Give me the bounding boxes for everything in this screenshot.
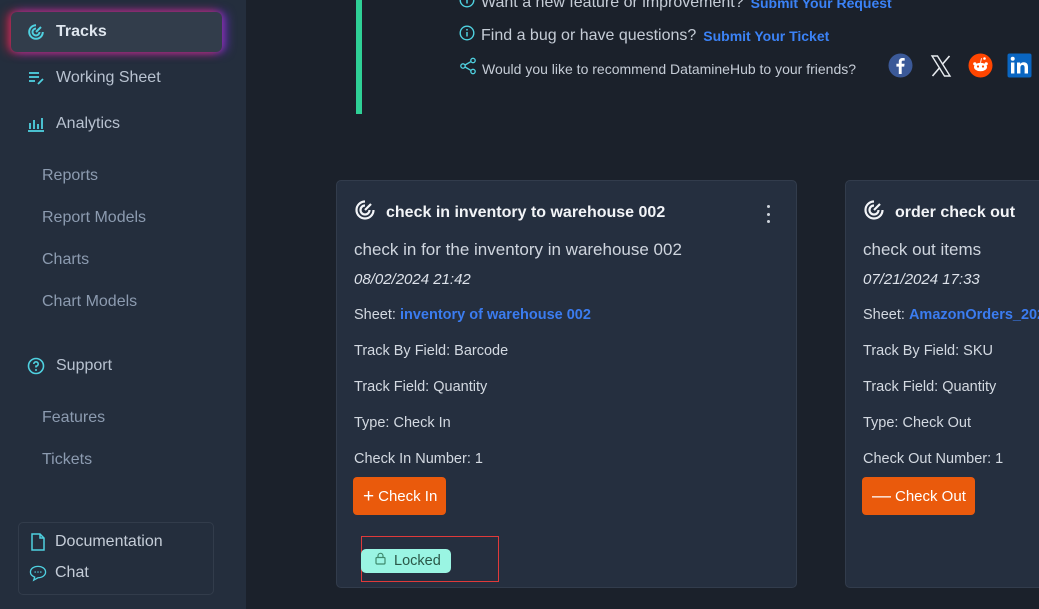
sheet-link[interactable]: inventory of warehouse 002 <box>400 307 591 323</box>
sidebar-subitem-tickets[interactable]: Tickets <box>42 451 92 469</box>
card-type: Type: Check In <box>354 415 451 431</box>
share-text: Would you like to recommend DatamineHub … <box>482 60 857 77</box>
info-icon <box>459 25 475 46</box>
sidebar-subitem-reports[interactable]: Reports <box>42 167 98 185</box>
share-line: Would you like to recommend DatamineHub … <box>459 57 856 80</box>
card-track-field: Track Field: Quantity <box>354 379 488 395</box>
linkedin-icon <box>1007 53 1032 78</box>
sheet-label: Sheet: <box>863 307 905 323</box>
sidebar-subitem-charts[interactable]: Charts <box>42 251 89 269</box>
card-title: order check out <box>895 203 1016 221</box>
card-description: check in for the inventory in warehouse … <box>354 240 682 259</box>
track-card: check in inventory to warehouse 002 chec… <box>336 180 797 588</box>
reddit-share-button[interactable] <box>968 53 993 78</box>
check-in-button[interactable]: + Check In <box>353 477 447 515</box>
sidebar-item-label: Support <box>56 357 113 374</box>
card-date: 07/21/2024 17:33 <box>863 271 980 288</box>
card-track-by-field: Track By Field: Barcode <box>354 343 509 359</box>
share-icon <box>459 57 477 80</box>
card-title: check in inventory to warehouse 002 <box>386 203 666 221</box>
chat-label: Chat <box>55 564 89 581</box>
facebook-share-button[interactable] <box>888 53 913 78</box>
tracks-icon <box>863 199 885 226</box>
tracks-icon <box>354 199 376 226</box>
sidebar-item-label: Tracks <box>56 23 107 40</box>
locked-badge[interactable]: Locked <box>361 549 451 573</box>
app-root: Tracks Working Sheet Analytics Reports R… <box>0 0 1039 609</box>
card-track-by-field: Track By Field: SKU <box>863 343 993 359</box>
sidebar-subitem-report-models[interactable]: Report Models <box>42 209 146 227</box>
document-icon <box>29 533 47 551</box>
card-description: check out items <box>863 240 982 259</box>
sidebar-subitem-chart-models[interactable]: Chart Models <box>42 293 137 311</box>
plus-icon: + <box>363 485 375 507</box>
sidebar-item-tracks[interactable]: Tracks <box>11 12 222 52</box>
check-in-label: Check In <box>378 487 438 505</box>
sidebar-subitem-features[interactable]: Features <box>42 409 105 427</box>
documentation-label: Documentation <box>55 533 163 550</box>
card-sheet: Sheet: AmazonOrders_202 <box>863 307 1039 323</box>
documentation-link[interactable]: Documentation <box>29 533 163 551</box>
sheet-label: Sheet: <box>354 307 396 323</box>
facebook-icon <box>888 53 913 78</box>
card-header: order check out <box>863 199 1015 226</box>
chat-link[interactable]: Chat <box>29 564 89 582</box>
x-icon <box>930 54 951 77</box>
sidebar-item-label: Analytics <box>56 115 121 132</box>
submit-request-link[interactable]: Submit Your Request <box>751 0 892 11</box>
x-share-button[interactable] <box>928 53 953 78</box>
sheet-link[interactable]: AmazonOrders_202 <box>909 307 1039 323</box>
minus-icon: — <box>872 485 891 507</box>
info-icon <box>459 0 475 13</box>
card-type: Type: Check Out <box>863 415 971 431</box>
card-number: Check In Number: 1 <box>354 451 483 467</box>
card-date: 08/02/2024 21:42 <box>354 271 471 288</box>
working-sheet-icon <box>27 69 45 87</box>
tracks-icon <box>27 23 45 41</box>
locked-label: Locked <box>394 553 441 569</box>
bug-report-text: Find a bug or have questions? <box>481 26 697 44</box>
sidebar-item-analytics[interactable]: Analytics <box>27 109 120 139</box>
linkedin-share-button[interactable] <box>1007 53 1032 78</box>
check-out-button[interactable]: — Check Out <box>862 477 975 515</box>
bug-report-line: Find a bug or have questions? Submit You… <box>459 25 829 46</box>
card-number: Check Out Number: 1 <box>863 451 1004 467</box>
chat-icon <box>29 564 47 582</box>
feature-request-line: Want a new feature or improvement? Submi… <box>459 0 892 13</box>
check-out-label: Check Out <box>895 487 966 505</box>
reddit-icon <box>968 53 993 78</box>
help-circle-icon <box>27 357 45 375</box>
feature-request-text: Want a new feature or improvement? <box>481 0 744 11</box>
sidebar-item-label: Working Sheet <box>56 69 161 86</box>
sidebar-item-support[interactable]: Support <box>27 351 112 381</box>
track-card: order check out check out items 07/21/20… <box>845 180 1039 588</box>
analytics-icon <box>27 115 45 133</box>
submit-ticket-link[interactable]: Submit Your Ticket <box>703 28 829 44</box>
card-sheet: Sheet: inventory of warehouse 002 <box>354 307 591 323</box>
help-links-box: Documentation Chat <box>18 522 214 595</box>
lock-icon <box>375 552 386 570</box>
card-track-field: Track Field: Quantity <box>863 379 997 395</box>
notice-accent-bar <box>356 0 362 114</box>
sidebar: Tracks Working Sheet Analytics Reports R… <box>0 0 246 609</box>
card-header: check in inventory to warehouse 002 <box>354 199 665 226</box>
sidebar-item-working-sheet[interactable]: Working Sheet <box>27 63 161 93</box>
more-options-icon[interactable] <box>763 205 773 223</box>
